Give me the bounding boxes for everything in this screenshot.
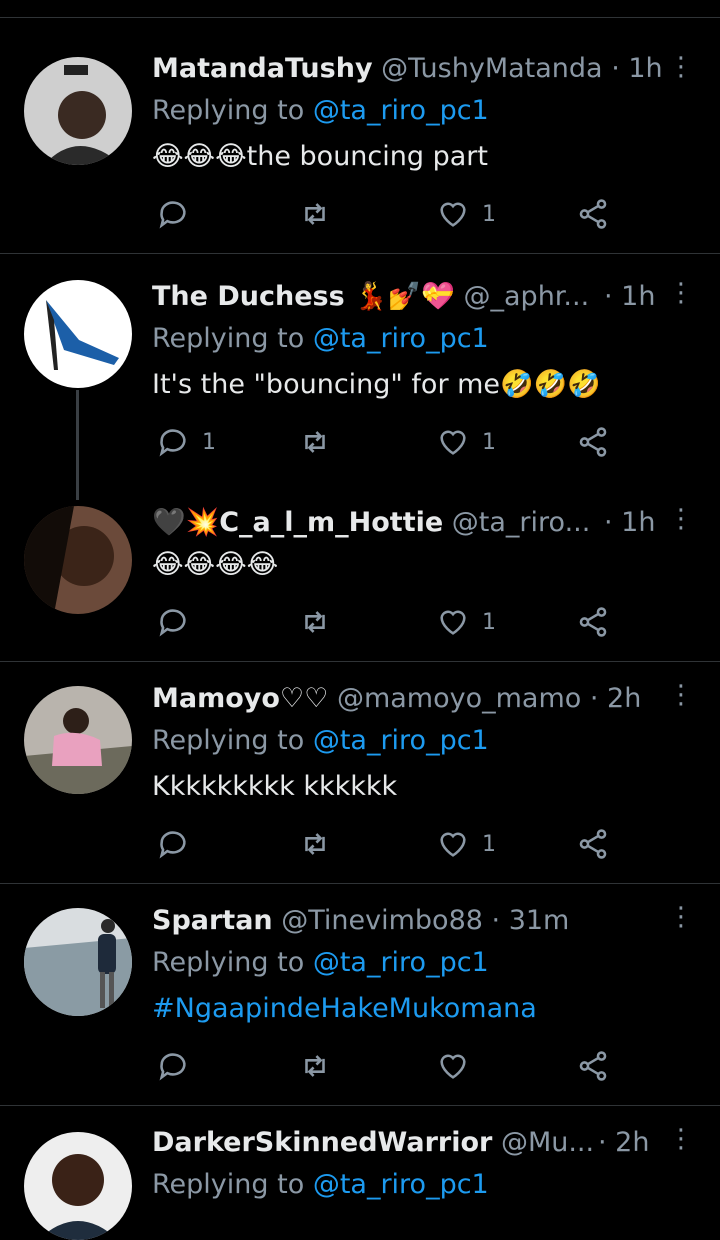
timestamp[interactable]: · 2h <box>598 1127 649 1158</box>
reply-icon <box>159 1053 186 1081</box>
reply-icon <box>159 201 186 229</box>
divider <box>0 661 720 662</box>
heart-icon <box>440 202 466 227</box>
timestamp[interactable]: · 31m <box>492 905 570 936</box>
heart-icon <box>440 832 466 857</box>
display-name[interactable]: Mamoyo♡♡ <box>152 683 328 714</box>
reply-button[interactable] <box>156 824 202 864</box>
display-name[interactable]: Spartan <box>152 905 273 936</box>
reply-button[interactable] <box>156 602 202 642</box>
share-icon <box>579 199 607 229</box>
mention-link[interactable]: @ta_riro_pc1 <box>313 323 489 354</box>
reply-button[interactable]: 1 <box>156 422 216 462</box>
reply-count: 1 <box>202 429 216 455</box>
replying-to: Replying to @ta_riro_pc1 <box>152 95 489 126</box>
timestamp[interactable]: · 1h <box>604 507 655 538</box>
like-button[interactable]: 1 <box>436 422 496 462</box>
user-handle[interactable]: @_aphr... <box>464 281 590 312</box>
display-name[interactable]: 🖤💥C_a_l_m_Hottie <box>152 507 443 538</box>
display-name[interactable]: The Duchess 💃💅💝 <box>152 281 455 312</box>
tweet-text: 😂😂😂😂 <box>152 549 279 580</box>
retweet-button[interactable] <box>298 422 332 462</box>
retweet-button[interactable] <box>298 1046 332 1086</box>
share-icon <box>579 1051 607 1081</box>
retweet-icon <box>305 1055 325 1077</box>
heart-icon <box>440 1054 466 1079</box>
avatar[interactable] <box>24 908 132 1016</box>
timestamp[interactable]: · 1h <box>604 281 655 312</box>
share-button[interactable] <box>576 194 610 234</box>
timestamp[interactable]: · 1h <box>611 53 662 84</box>
thread-line <box>76 390 79 500</box>
mention-link[interactable]: @ta_riro_pc1 <box>313 1169 489 1200</box>
like-button[interactable]: 1 <box>436 194 496 234</box>
replying-to: Replying to @ta_riro_pc1 <box>152 323 489 354</box>
display-name[interactable]: DarkerSkinnedWarrior <box>152 1127 492 1158</box>
like-count: 1 <box>482 831 496 857</box>
retweet-icon <box>305 611 325 633</box>
retweet-button[interactable] <box>298 824 332 864</box>
share-icon <box>579 607 607 637</box>
share-button[interactable] <box>576 602 610 642</box>
like-button[interactable]: 1 <box>436 602 496 642</box>
retweet-icon <box>305 203 325 225</box>
avatar[interactable] <box>24 1132 132 1240</box>
mention-link[interactable]: @ta_riro_pc1 <box>313 947 489 978</box>
like-button[interactable]: 1 <box>436 824 496 864</box>
reply-button[interactable] <box>156 1046 202 1086</box>
user-handle[interactable]: @Tinevimbo88 <box>281 905 483 936</box>
like-count: 1 <box>482 201 496 227</box>
avatar[interactable] <box>24 506 132 614</box>
tweet-text: Kkkkkkkkk kkkkkk <box>152 771 398 802</box>
retweet-icon <box>305 833 325 855</box>
display-name[interactable]: MatandaTushy <box>152 53 373 84</box>
reply-icon <box>159 609 186 637</box>
retweet-button[interactable] <box>298 602 332 642</box>
share-button[interactable] <box>576 1046 610 1086</box>
avatar[interactable] <box>24 57 132 165</box>
share-button[interactable] <box>576 824 610 864</box>
share-icon <box>579 829 607 859</box>
mention-link[interactable]: @ta_riro_pc1 <box>313 95 489 126</box>
heart-icon <box>440 610 466 635</box>
more-options-icon[interactable]: ⋮ <box>668 1124 694 1158</box>
divider <box>0 883 720 884</box>
top-divider <box>0 17 720 18</box>
divider <box>0 1105 720 1106</box>
like-count: 1 <box>482 609 496 635</box>
user-handle[interactable]: @Mu... <box>501 1127 594 1158</box>
user-handle[interactable]: @ta_riro... <box>452 507 591 538</box>
more-options-icon[interactable]: ⋮ <box>668 52 694 86</box>
replying-to: Replying to @ta_riro_pc1 <box>152 1169 489 1200</box>
replying-to: Replying to @ta_riro_pc1 <box>152 725 489 756</box>
reply-icon <box>159 429 186 457</box>
retweet-button[interactable] <box>298 194 332 234</box>
avatar[interactable] <box>24 686 132 794</box>
reply-icon <box>159 831 186 859</box>
like-count: 1 <box>482 429 496 455</box>
like-button[interactable] <box>436 1046 482 1086</box>
heart-icon <box>440 430 466 455</box>
hashtag-link[interactable]: #NgaapindeHakeMukomana <box>152 992 537 1026</box>
tweet-text: It's the "bouncing" for me🤣🤣🤣 <box>152 369 601 400</box>
tweet-text: 😂😂😂the bouncing part <box>152 141 488 172</box>
user-handle[interactable]: @mamoyo_mamo <box>337 683 581 714</box>
more-options-icon[interactable]: ⋮ <box>668 902 694 936</box>
share-icon <box>579 427 607 457</box>
more-options-icon[interactable]: ⋮ <box>668 504 694 538</box>
avatar[interactable] <box>24 280 132 388</box>
mention-link[interactable]: @ta_riro_pc1 <box>313 725 489 756</box>
replying-to: Replying to @ta_riro_pc1 <box>152 947 489 978</box>
divider <box>0 253 720 254</box>
more-options-icon[interactable]: ⋮ <box>668 278 694 312</box>
reply-button[interactable] <box>156 194 202 234</box>
timestamp[interactable]: · 2h <box>590 683 641 714</box>
more-options-icon[interactable]: ⋮ <box>668 680 694 714</box>
share-button[interactable] <box>576 422 610 462</box>
user-handle[interactable]: @TushyMatanda <box>381 53 602 84</box>
retweet-icon <box>305 431 325 453</box>
